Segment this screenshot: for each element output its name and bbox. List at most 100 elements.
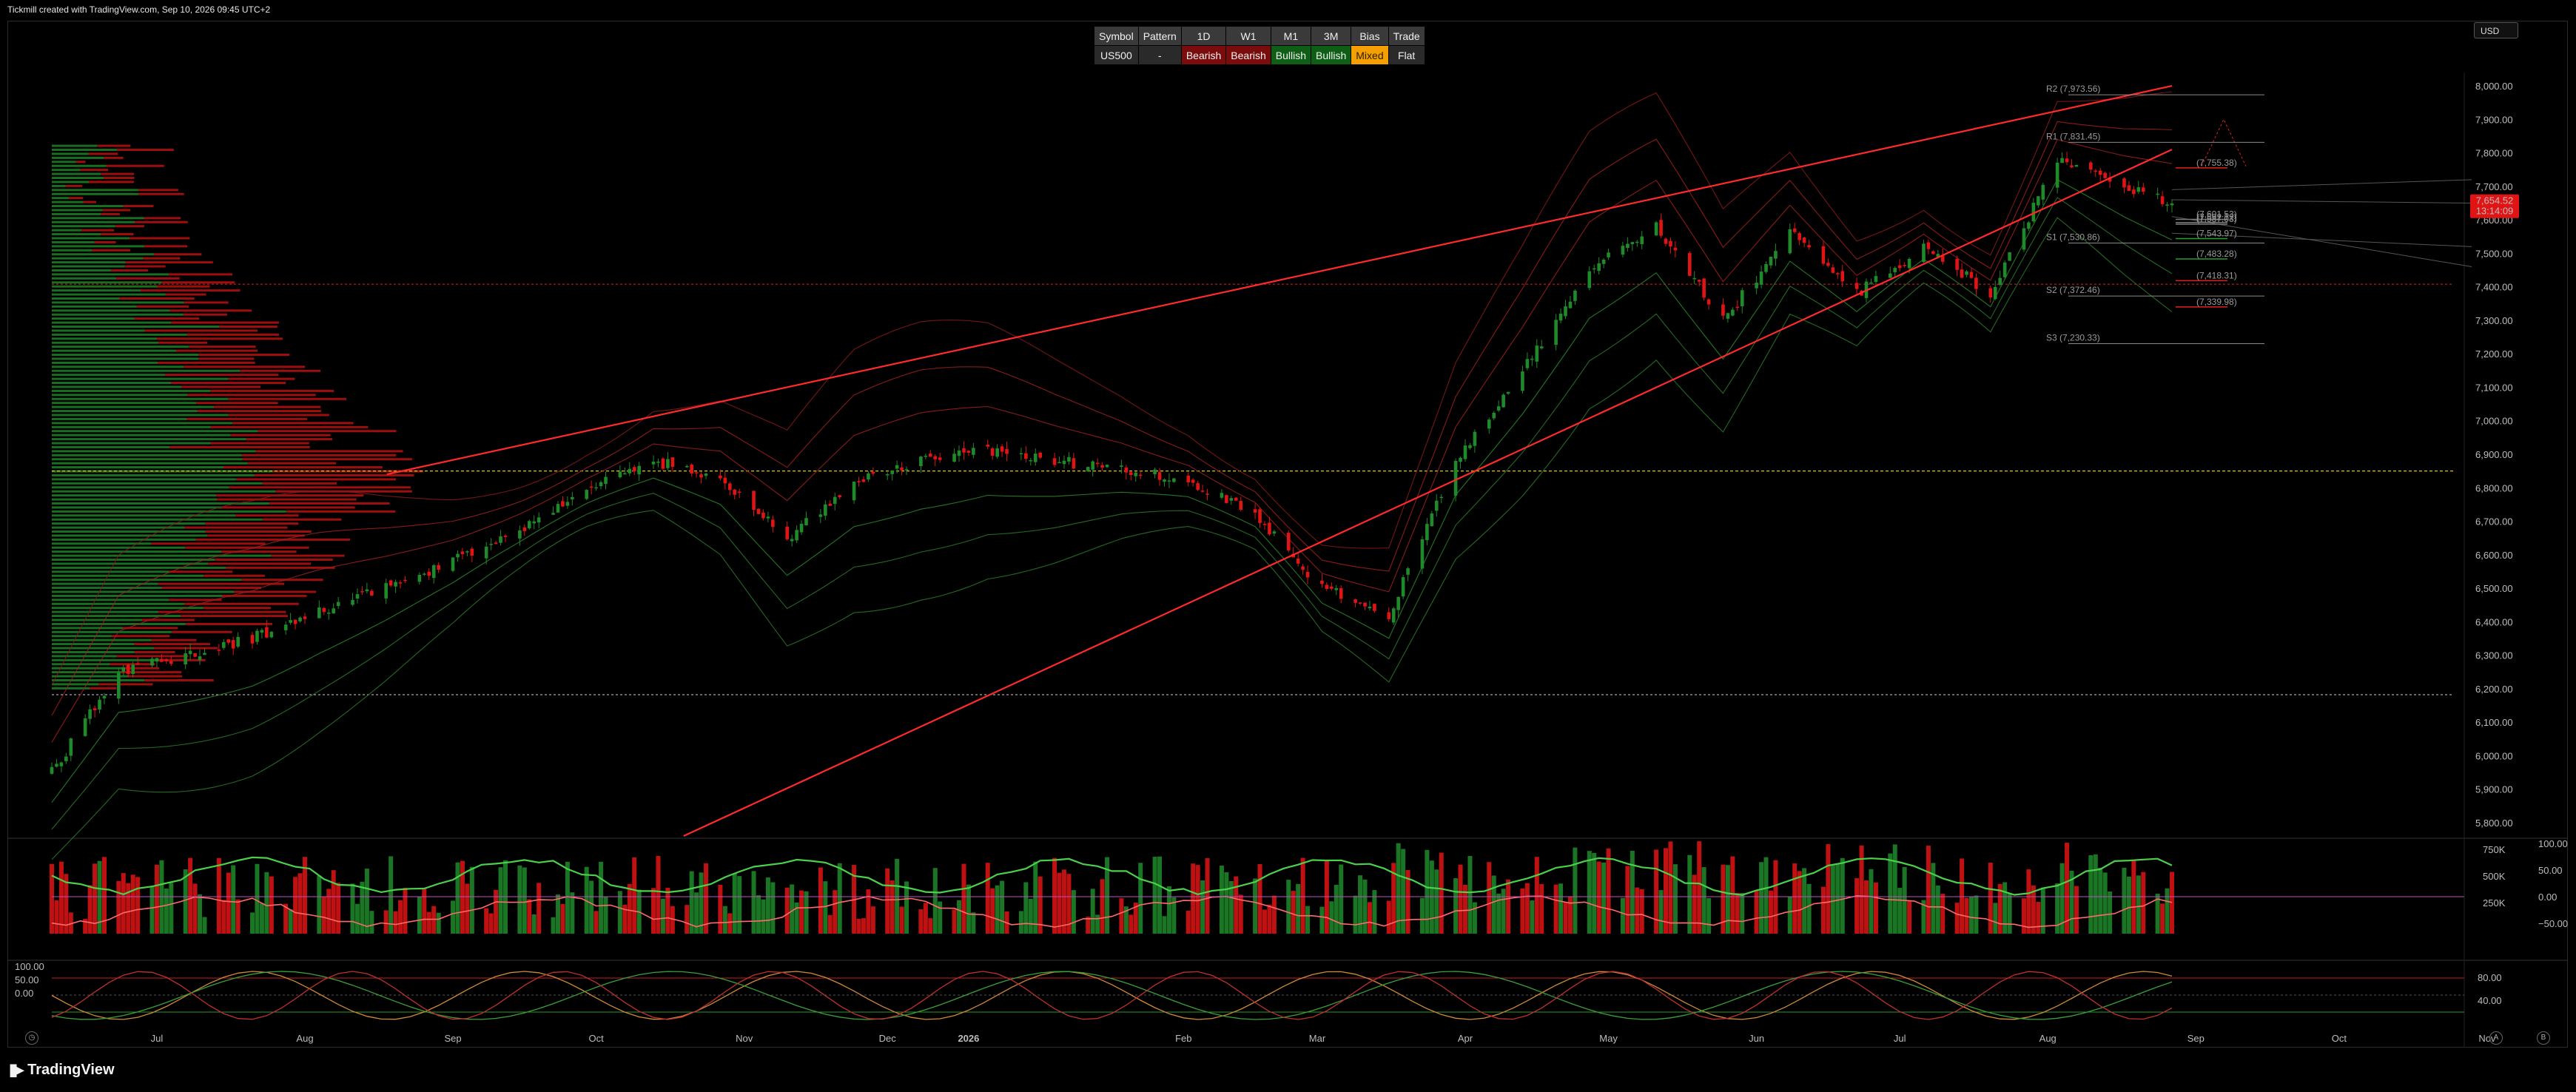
candle-body: [957, 450, 961, 456]
volume-bar: [383, 910, 389, 934]
candle-body: [160, 658, 164, 662]
candle-body: [470, 548, 474, 556]
volume-bar: [1620, 897, 1625, 934]
volume-bar: [350, 883, 355, 934]
volume-bar: [522, 867, 527, 934]
volume-bar: [1253, 878, 1258, 934]
volume-bar: [2036, 901, 2041, 934]
price-axis-tick-10: 7,000.00: [2475, 416, 2513, 427]
volume-profile-bar-up: [52, 562, 208, 565]
candle-body: [966, 451, 971, 454]
volume-bar: [455, 862, 460, 934]
volume-profile-bar-down: [98, 683, 153, 686]
price-axis-tick-6: 7,400.00: [2475, 282, 2513, 293]
volume-profile-bar-down: [197, 410, 322, 413]
candle-body: [1587, 271, 1592, 289]
auto-scale-icon[interactable]: A: [2489, 1031, 2503, 1045]
volume-bar: [656, 856, 661, 934]
volume-bar: [1892, 844, 1897, 934]
volume-profile-bar-up: [52, 341, 158, 344]
volume-bar: [870, 906, 875, 934]
volume-bar: [1830, 865, 1835, 934]
volume-profile-bar-up: [52, 462, 248, 465]
volume-profile-bar-down: [161, 587, 261, 590]
volume-profile-bar-up: [52, 200, 84, 203]
volume-bar: [1907, 901, 1912, 934]
volume-profile-bar-up: [52, 374, 165, 377]
timezone-icon[interactable]: ◷: [25, 1031, 38, 1045]
candle-body: [885, 473, 890, 476]
volume-profile-bar-up: [52, 309, 170, 312]
volume-bar: [426, 911, 431, 934]
candle-body: [2136, 187, 2141, 192]
time-axis-tick-10: May: [1599, 1033, 1618, 1044]
candle-body: [1325, 584, 1329, 590]
volume-profile-bar-down: [123, 205, 154, 208]
candle-body: [1998, 277, 2002, 285]
volume-profile-bar-down: [119, 297, 195, 300]
volume-bar: [2088, 855, 2094, 934]
volume-profile-bar-up: [52, 269, 112, 272]
candle-body: [1969, 272, 1974, 278]
volume-profile-bar-down: [123, 627, 178, 630]
volume-bar: [1458, 864, 1463, 934]
price-axis-tick-17: 6,300.00: [2475, 650, 2513, 661]
candle-body: [93, 708, 97, 711]
pivot-label-2: S1 (7,530.86): [2046, 232, 2100, 242]
envelope-band-4: [51, 121, 2173, 716]
volume-profile-bar-down: [271, 554, 345, 557]
volume-bar: [1553, 884, 1558, 934]
volume-profile-bar-up: [52, 389, 211, 392]
oscillator-axis-tick-2: 0.00: [2538, 892, 2557, 903]
candle-body: [790, 539, 794, 542]
volume-bar: [331, 870, 336, 934]
projection-line-3: [2171, 179, 2472, 190]
volume-bar: [58, 861, 64, 934]
volume-profile-bar-up: [52, 169, 81, 172]
volume-profile-bar-down: [81, 229, 115, 232]
price-chart[interactable]: R2 (7,973.56) R1 (7,831.45) S1 (7,530.86) S…: [0, 0, 2576, 1051]
volume-profile-bar-down: [226, 566, 335, 569]
price-axis-tick-19: 6,100.00: [2475, 717, 2513, 728]
volume-bar: [790, 884, 795, 934]
candle-body: [1062, 460, 1066, 465]
volume-profile-bar-up: [52, 579, 242, 582]
candle-body: [723, 477, 727, 484]
volume-bar: [1419, 897, 1425, 934]
candle-body: [1339, 588, 1343, 599]
candle-body: [565, 502, 570, 506]
volume-bar: [2007, 893, 2012, 934]
volume-profile-bar-down: [254, 473, 414, 476]
price-axis-tick-20: 6,000.00: [2475, 750, 2513, 761]
candle-body: [1960, 269, 1964, 278]
volume-profile-bar-up: [52, 635, 112, 638]
volume-bar: [794, 902, 799, 934]
log-scale-icon[interactable]: B: [2537, 1031, 2550, 1045]
candle-body: [135, 663, 140, 665]
volume-profile-bar-up: [52, 599, 169, 601]
volume-bar: [837, 863, 842, 934]
candle-body: [117, 672, 121, 699]
last-price-label: 7,654.52: [2476, 195, 2514, 206]
volume-profile-bar-down: [157, 285, 210, 288]
candle-body: [55, 764, 58, 767]
volume-bar: [1018, 911, 1023, 934]
candle-body: [1391, 608, 1396, 623]
volume-bar: [1319, 906, 1325, 934]
volume-bar: [389, 856, 394, 934]
volume-profile-bar-down: [69, 197, 84, 200]
tradingview-brand[interactable]: ▮▸ TradingView: [9, 1060, 115, 1079]
volume-profile-bar-up: [52, 425, 211, 428]
candle-body: [1220, 493, 1224, 498]
volume-bar: [1439, 852, 1444, 934]
volume-profile-bar-down: [210, 389, 334, 392]
candle-body: [456, 553, 460, 558]
candle-body: [417, 574, 422, 582]
volume-profile-bar-up: [52, 329, 145, 332]
candle-body: [1988, 288, 1993, 297]
volume-bar: [1467, 856, 1473, 934]
volume-bar: [1601, 862, 1607, 934]
candle-body: [1535, 346, 1539, 362]
time-axis-tick-4: Nov: [736, 1033, 753, 1044]
volume-bar: [1802, 868, 1807, 934]
